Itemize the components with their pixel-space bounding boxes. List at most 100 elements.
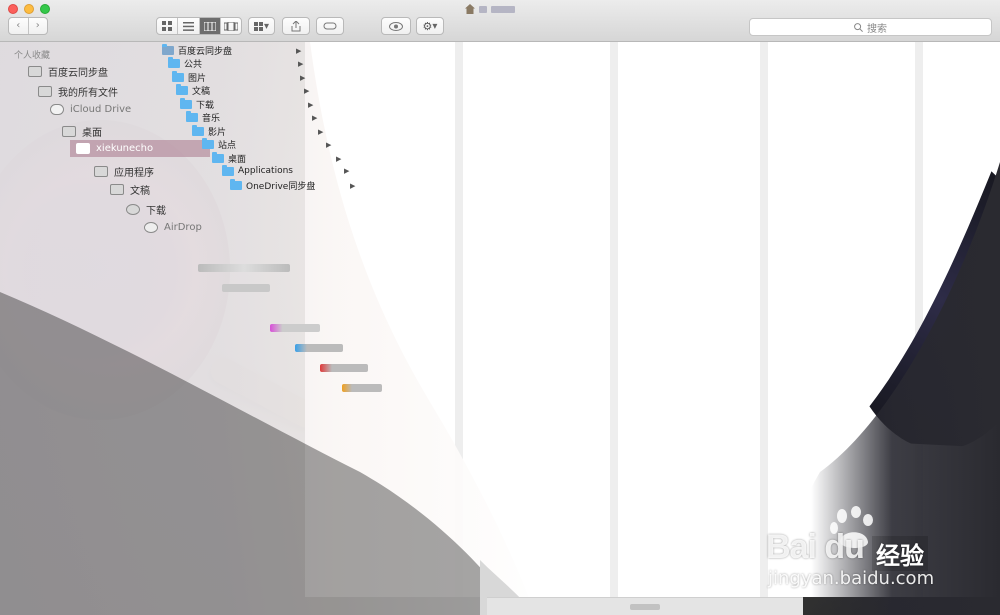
sidebar-device-blurred[interactable]	[198, 264, 290, 272]
list-item[interactable]: OneDrive同步盘 ▶	[230, 179, 355, 192]
folder-icon	[212, 152, 224, 163]
search-input[interactable]: 搜索	[749, 18, 992, 36]
item-label: 下载	[196, 101, 215, 111]
chevron-down-icon: ▾	[432, 20, 438, 32]
tag-purple[interactable]	[270, 324, 320, 332]
folder-icon	[180, 98, 192, 109]
gear-icon: ⚙	[422, 19, 433, 33]
documents-icon	[110, 184, 124, 195]
cloud-icon	[50, 104, 64, 115]
list-item[interactable]: 音乐 ▶	[186, 111, 317, 124]
column-view-button[interactable]	[199, 18, 221, 34]
home-folder-icon	[465, 4, 475, 14]
chevron-right-icon: ▶	[312, 113, 318, 122]
forward-button[interactable]: ›	[29, 18, 48, 34]
search-icon	[854, 22, 863, 32]
item-label: 公共	[184, 60, 203, 70]
column-home: 百度云同步盘 ▶ 公共 ▶ 图片 ▶ 文稿 ▶ 下载 ▶ 音乐 ▶ 影片 ▶ 站点 ▶ 桌面 ▶ …	[158, 42, 355, 202]
coverflow-view-button[interactable]	[221, 18, 241, 34]
folder-icon	[176, 84, 188, 95]
chevron-right-icon: ▶	[308, 100, 314, 109]
list-view-button[interactable]	[178, 18, 200, 34]
chevron-right-icon: ▶	[300, 73, 306, 82]
tag-icon	[323, 22, 337, 30]
eye-icon	[389, 21, 403, 31]
sidebar-item-label: 文稿	[130, 186, 150, 197]
zoom-button[interactable]	[40, 4, 50, 14]
sidebar-item-label: xiekunecho	[96, 143, 154, 154]
window-titlebar[interactable]: ‹ › ▾ ⚙ ▾ 搜索	[0, 0, 1000, 42]
sidebar-item-icloud-drive[interactable]: iCloud Drive	[50, 104, 131, 115]
item-label: 影片	[208, 128, 227, 138]
list-item[interactable]: Applications ▶	[222, 164, 349, 176]
sidebar-item-airdrop[interactable]: AirDrop	[144, 222, 202, 233]
arrange-button[interactable]: ▾	[248, 17, 275, 35]
sidebar-section-header: 个人收藏	[14, 51, 51, 61]
watermark-logo: Bai du	[766, 528, 865, 566]
quick-look-button[interactable]	[381, 17, 411, 35]
list-item[interactable]: 公共 ▶	[168, 57, 303, 70]
tag-blue[interactable]	[295, 344, 343, 352]
view-mode-group	[156, 17, 242, 35]
list-item[interactable]: 影片 ▶	[192, 125, 323, 138]
sidebar-item-label: 百度云同步盘	[48, 68, 108, 79]
chevron-right-icon: ▶	[296, 46, 302, 55]
minimize-button[interactable]	[24, 4, 34, 14]
sidebar-item-label: 我的所有文件	[58, 88, 118, 99]
sidebar-item-label: iCloud Drive	[70, 104, 132, 115]
sidebar-item-applications[interactable]: 应用程序	[94, 164, 154, 179]
action-button[interactable]: ⚙ ▾	[416, 17, 444, 35]
back-button[interactable]: ‹	[9, 18, 29, 34]
item-label: 文稿	[192, 87, 211, 97]
icon-view-button[interactable]	[157, 18, 179, 34]
sidebar-item-all-files[interactable]: 我的所有文件	[38, 84, 118, 99]
close-button[interactable]	[8, 4, 18, 14]
list-item[interactable]: 下载 ▶	[180, 98, 313, 111]
list-item[interactable]: 桌面 ▶	[212, 152, 341, 165]
column-divider[interactable]	[610, 42, 618, 597]
arrange-icon	[253, 21, 263, 31]
sidebar-item-baidu-sync[interactable]: 百度云同步盘	[28, 64, 108, 79]
chevron-right-icon: ▶	[298, 59, 304, 68]
folder-icon	[28, 66, 42, 77]
chevron-down-icon: ▾	[263, 20, 270, 32]
all-files-icon	[38, 86, 52, 97]
status-text-blurred	[630, 603, 660, 610]
share-icon	[291, 20, 301, 31]
list-view-icon	[182, 21, 194, 31]
list-item[interactable]: 百度云同步盘 ▶	[162, 44, 301, 57]
item-label: 百度云同步盘	[178, 47, 233, 57]
item-label: 音乐	[202, 114, 221, 124]
sidebar-item-label: AirDrop	[164, 222, 202, 233]
folder-icon	[186, 111, 198, 122]
sidebar-item-desktop[interactable]: 桌面	[62, 124, 102, 139]
tag-red[interactable]	[320, 364, 368, 372]
chevron-right-icon: ▶	[326, 140, 332, 149]
watermark: Bai du 经验 jingyan.baidu.com	[766, 506, 996, 596]
tag-button[interactable]	[316, 17, 344, 35]
watermark-product: 经验	[872, 536, 928, 571]
chevron-right-icon: ▶	[318, 127, 324, 136]
watermark-url: jingyan.baidu.com	[768, 568, 935, 589]
share-button[interactable]	[282, 17, 310, 35]
sidebar-item-label: 下载	[146, 206, 166, 217]
chevron-right-icon: ▶	[344, 167, 350, 175]
folder-icon	[168, 57, 180, 68]
list-item[interactable]: 图片 ▶	[172, 71, 305, 84]
navigation-buttons: ‹ ›	[8, 17, 48, 35]
sidebar-item-blurred[interactable]	[222, 284, 270, 292]
item-label: OneDrive同步盘	[246, 182, 316, 192]
tag-orange[interactable]	[342, 384, 382, 392]
sidebar-item-documents[interactable]: 文稿	[110, 182, 150, 197]
folder-icon	[172, 71, 184, 82]
search-placeholder: 搜索	[867, 23, 887, 35]
folder-icon	[230, 179, 242, 190]
list-item[interactable]: 文稿 ▶	[176, 84, 309, 97]
sidebar-item-label: 桌面	[82, 128, 102, 139]
chevron-right-icon: ▶	[350, 181, 356, 190]
home-icon	[76, 143, 90, 154]
list-item[interactable]: 站点 ▶	[202, 138, 331, 151]
airdrop-icon	[144, 222, 158, 233]
folder-icon	[222, 164, 234, 176]
sidebar-item-downloads[interactable]: 下载	[126, 202, 166, 217]
